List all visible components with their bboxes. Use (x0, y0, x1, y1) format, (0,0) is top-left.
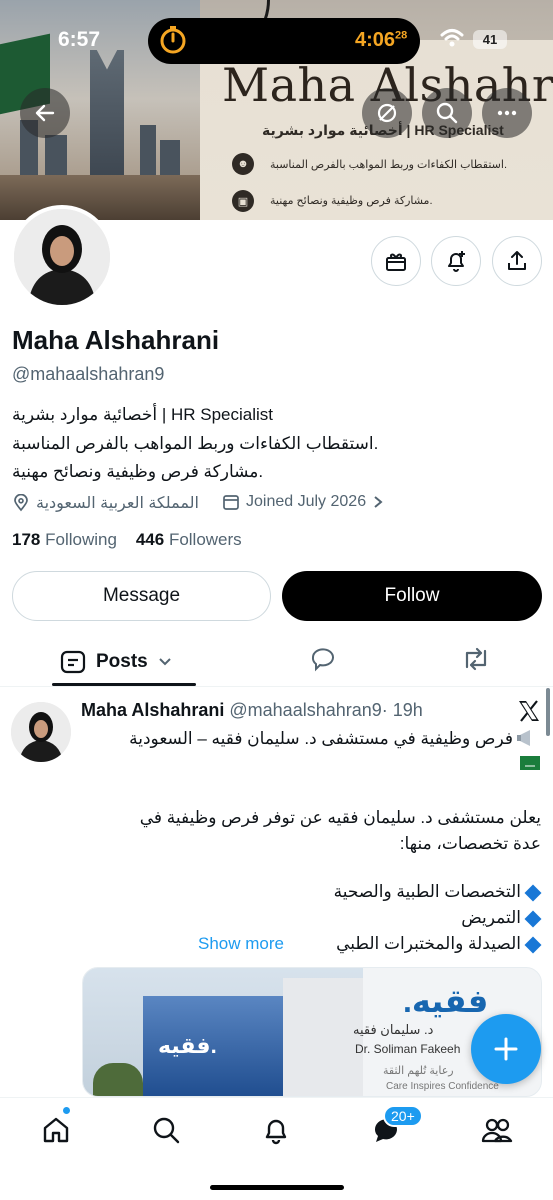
post-image[interactable]: فقيه. فقيه. د. سليمان فقيه Dr. Soliman F… (82, 967, 542, 1097)
search-button[interactable] (422, 88, 472, 138)
messages-badge: 20+ (383, 1105, 423, 1127)
banner-building (160, 140, 180, 180)
more-dots-icon (497, 110, 517, 116)
location-pin-icon (14, 494, 28, 512)
show-more-link[interactable]: Show more (198, 934, 284, 954)
nav-home[interactable] (36, 1110, 76, 1150)
bell-plus-icon (448, 251, 465, 272)
post-list-item: التمريض (461, 908, 542, 928)
repost-icon (465, 647, 487, 671)
home-indicator[interactable] (210, 1185, 344, 1190)
follow-stats: 178 Following 446 Followers (12, 530, 242, 550)
hospital-building (283, 978, 363, 1096)
people-icon: ☻ (232, 153, 254, 175)
nav-notifications[interactable] (256, 1110, 296, 1150)
profile-joined[interactable]: Joined July 2026 (222, 493, 384, 511)
nav-communities[interactable] (477, 1110, 517, 1150)
mute-button[interactable] (362, 88, 412, 138)
timer-icon (160, 26, 186, 54)
nav-search[interactable] (146, 1110, 186, 1150)
share-icon (508, 251, 526, 270)
calendar-icon (223, 495, 239, 510)
avatar-image (11, 702, 71, 762)
arrow-left-icon (35, 104, 55, 122)
home-notification-dot (62, 1106, 71, 1115)
search-icon (153, 1117, 180, 1144)
followers-link[interactable]: 446 Followers (136, 530, 242, 549)
briefcase-icon: ▣ (232, 190, 254, 212)
post-author[interactable]: Maha Alshahrani (81, 700, 224, 720)
post-list-item: التخصصات الطبية والصحية (334, 882, 542, 902)
megaphone-icon (517, 730, 530, 746)
diamond-bullet-icon (524, 910, 542, 928)
post-header: Maha Alshahrani @mahaalshahran9· 19h (81, 700, 423, 721)
home-icon (43, 1117, 69, 1143)
share-button[interactable] (492, 236, 542, 286)
people-icon (481, 1118, 513, 1143)
wifi-icon (440, 29, 464, 47)
bell-icon (265, 1119, 287, 1145)
bio-line: مشاركة فرص وظيفية ونصائح مهنية. (12, 462, 264, 481)
gift-icon (386, 253, 406, 271)
palm-tree (93, 1063, 143, 1096)
compose-button[interactable] (471, 1014, 541, 1084)
divider (0, 686, 553, 687)
post-list-item: الصيدلة والمختبرات الطبي (336, 934, 542, 954)
profile-location: المملكة العربية السعودية (12, 493, 199, 513)
back-button[interactable] (20, 88, 70, 138)
x-logo-icon (519, 700, 539, 722)
banner-building (45, 135, 67, 180)
saudi-flag-icon (520, 756, 540, 770)
building-sign: فقيه. (158, 1033, 217, 1058)
diamond-bullet-icon (524, 884, 542, 902)
post-handle: @mahaalshahran9 (229, 700, 382, 720)
profile-handle: @mahaalshahran9 (12, 364, 165, 384)
chevron-down-icon (159, 658, 171, 666)
message-button[interactable]: Message (12, 571, 271, 621)
avatar-image (14, 209, 110, 305)
tab-posts-label: Posts (96, 651, 148, 672)
tagline-ar: رعاية تُلهم الثقة (383, 1065, 454, 1077)
diamond-bullet-icon (524, 936, 542, 954)
joined-text: Joined July 2026 (246, 493, 367, 510)
notifications-button[interactable] (431, 236, 481, 286)
hospital-logo: فقيه. (403, 983, 489, 1019)
posts-icon (60, 650, 86, 674)
more-button[interactable] (482, 88, 532, 138)
slash-circle-icon (377, 103, 397, 123)
post-time: · 19h (381, 700, 423, 720)
tab-posts[interactable]: Posts (60, 640, 172, 684)
post-text-line: فرص وظيفية في مستشفى د. سليمان فقيه – ال… (129, 729, 513, 748)
banner-line: مشاركة فرص وظيفية ونصائح مهنية. (270, 195, 433, 207)
tagline-en: Care Inspires Confidence (386, 1081, 499, 1092)
hospital-name-ar: د. سليمان فقيه (353, 1022, 434, 1037)
subscribe-gift-button[interactable] (371, 236, 421, 286)
post-text-line: عدة تخصصات، منها: (399, 834, 541, 853)
following-link[interactable]: 178 Following (12, 530, 117, 549)
banner-city (0, 175, 200, 220)
search-icon (436, 102, 458, 124)
profile-name: Maha Alshahrani (12, 325, 220, 355)
banner-tower (90, 50, 124, 180)
follow-button[interactable]: Follow (282, 571, 542, 621)
status-time: 6:57 (58, 28, 101, 51)
plus-icon (494, 1037, 518, 1061)
post-text-line: يعلن مستشفى د. سليمان فقيه عن توفر فرص و… (139, 808, 541, 827)
profile-avatar[interactable] (10, 205, 114, 309)
tab-reposts[interactable] (461, 645, 491, 678)
post-avatar[interactable] (11, 702, 71, 762)
scrollbar[interactable] (546, 688, 550, 736)
bio-line: أخصائية موارد بشرية | HR Specialist (12, 405, 273, 424)
tab-replies[interactable] (309, 645, 337, 678)
banner-line: استقطاب الكفاءات وربط المواهب بالفرص الم… (270, 159, 508, 171)
hospital-name-en: Dr. Soliman Fakeeh (355, 1042, 461, 1056)
bio-line: استقطاب الكفاءات وربط المواهب بالفرص الم… (12, 434, 379, 453)
location-text: المملكة العربية السعودية (36, 495, 199, 512)
timer-readout: 4:0628 (355, 29, 408, 51)
reply-bubble-icon (311, 648, 334, 672)
chevron-right-icon (374, 496, 383, 508)
banner-building (140, 125, 156, 180)
battery-indicator: 41 (473, 30, 507, 49)
